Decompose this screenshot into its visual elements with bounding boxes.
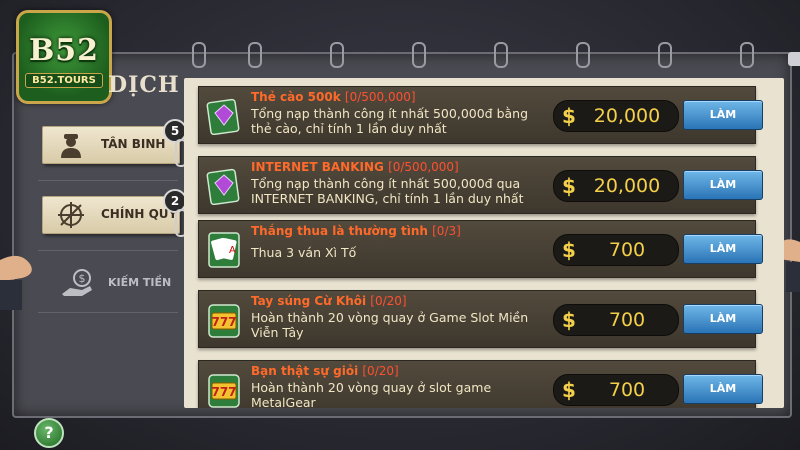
tab-label: KIẾM TIỀN xyxy=(108,276,172,289)
task-title: Tay súng Cừ Khôi [0/20] xyxy=(251,294,407,308)
dollar-icon: $ xyxy=(562,378,576,402)
dollar-icon: $ xyxy=(562,308,576,332)
svg-text:777: 777 xyxy=(211,315,236,329)
playing-cards-icon: A xyxy=(208,232,240,268)
reward-amount: 700 xyxy=(608,309,646,331)
binder-ring xyxy=(192,42,206,68)
task-description: Tổng nạp thành công ít nhất 500,000đ qua… xyxy=(251,176,524,206)
b52-logo: B52 B52.TOURS xyxy=(16,10,112,104)
lam-button[interactable]: LÀM xyxy=(683,170,763,200)
task-title-text: Thắng thua là thường tình xyxy=(251,224,428,238)
binder-ring xyxy=(658,42,672,68)
help-button[interactable]: ? xyxy=(34,418,64,448)
lam-button[interactable]: LÀM xyxy=(683,234,763,264)
reward-pill: $ 700 xyxy=(553,234,679,266)
dollar-icon: $ xyxy=(562,174,576,198)
task-progress: [0/3] xyxy=(432,224,461,238)
task-description: Tổng nạp thành công ít nhất 500,000đ bằn… xyxy=(251,106,529,136)
reward-pill: $ 20,000 xyxy=(553,100,679,132)
dollar-icon: $ xyxy=(562,238,576,262)
crosshair-icon xyxy=(58,202,84,228)
lam-button[interactable]: LÀM xyxy=(683,100,763,130)
task-title-text: INTERNET BANKING xyxy=(251,160,384,174)
task-title: Bạn thật sự giỏi [0/20] xyxy=(251,364,399,378)
task-row: 777 Tay súng Cừ Khôi [0/20] Hoàn thành 2… xyxy=(198,290,763,348)
task-progress: [0/500,000] xyxy=(344,90,416,104)
task-title: Thắng thua là thường tình [0/3] xyxy=(251,224,461,238)
task-row: A Thắng thua là thường tình [0/3] Thua 3… xyxy=(198,220,763,278)
task-row: Thẻ cào 500k [0/500,000] Tổng nạp thành … xyxy=(198,86,763,144)
binder-ring xyxy=(494,42,508,68)
divider xyxy=(38,180,178,181)
reward-amount: 700 xyxy=(608,239,646,261)
gem-card-icon xyxy=(206,98,240,135)
coin-hand-icon: $ xyxy=(62,269,92,296)
svg-text:A: A xyxy=(229,245,236,256)
task-title-text: Tay súng Cừ Khôi xyxy=(251,294,367,308)
logo-main-text: B52 xyxy=(28,33,100,68)
reward-amount: 20,000 xyxy=(593,105,661,127)
task-progress: [0/20] xyxy=(370,294,407,308)
binder-ring xyxy=(412,42,426,68)
svg-text:777: 777 xyxy=(211,385,236,399)
task-description: Hoàn thành 20 vòng quay ở slot game Meta… xyxy=(251,380,492,408)
task-description: Thua 3 ván Xì Tố xyxy=(251,245,357,260)
task-title: Thẻ cào 500k [0/500,000] xyxy=(251,90,416,104)
hand-decoration xyxy=(0,255,32,310)
tab-tan-binh[interactable]: TÂN BINH 5 xyxy=(42,119,187,167)
task-title-text: Thẻ cào 500k xyxy=(251,90,341,104)
reward-pill: $ 700 xyxy=(553,374,679,406)
dollar-icon: $ xyxy=(562,104,576,128)
logo-sub-text: B52.TOURS xyxy=(25,73,103,88)
reward-amount: 700 xyxy=(608,379,646,401)
tab-kiem-tien[interactable]: $ KIẾM TIỀN xyxy=(60,268,180,298)
binder-ring xyxy=(740,42,754,68)
tab-chinh-quy[interactable]: CHÍNH QUY 2 xyxy=(42,189,187,237)
reward-pill: $ 20,000 xyxy=(553,170,679,202)
tab-label: TÂN BINH xyxy=(101,137,166,151)
close-pin[interactable] xyxy=(788,52,800,66)
slot-777-icon: 777 xyxy=(208,304,240,338)
gem-card-icon xyxy=(206,168,240,205)
divider xyxy=(38,250,178,251)
soldier-icon xyxy=(61,134,81,158)
svg-text:$: $ xyxy=(79,272,86,285)
divider xyxy=(38,312,178,313)
task-progress: [0/500,000] xyxy=(388,160,459,174)
task-title: INTERNET BANKING [0/500,000] xyxy=(251,160,459,174)
slot-777-icon: 777 xyxy=(208,374,240,408)
task-list[interactable]: Thẻ cào 500k [0/500,000] Tổng nạp thành … xyxy=(184,78,784,408)
task-progress: [0/20] xyxy=(362,364,399,378)
lam-button[interactable]: LÀM xyxy=(683,374,763,404)
task-row: INTERNET BANKING [0/500,000] Tổng nạp th… xyxy=(198,156,763,214)
page-title: DỊCH xyxy=(108,72,180,98)
task-title-text: Bạn thật sự giỏi xyxy=(251,364,359,378)
binder-ring xyxy=(248,42,262,68)
binder-ring xyxy=(576,42,590,68)
binder-ring xyxy=(330,42,344,68)
task-description: Hoàn thành 20 vòng quay ở Game Slot Miền… xyxy=(251,310,529,340)
lam-button[interactable]: LÀM xyxy=(683,304,763,334)
reward-amount: 20,000 xyxy=(593,175,661,197)
reward-pill: $ 700 xyxy=(553,304,679,336)
task-row: 777 Bạn thật sự giỏi [0/20] Hoàn thành 2… xyxy=(198,360,763,408)
